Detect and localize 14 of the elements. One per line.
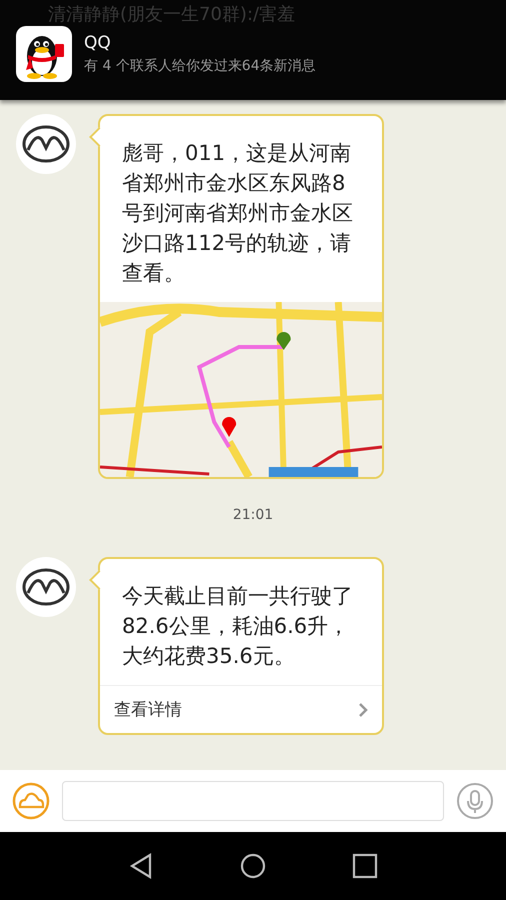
avatar-logo-icon (16, 557, 76, 617)
avatar-logo-icon (16, 114, 76, 174)
message-text: 彪哥，011，这是从河南省郑州市金水区东风路8号到河南省郑州市金水区沙口路112号的轨迹，请查看。 (121, 140, 354, 287)
message-text: 今天截止目前一共行驶了82.6公里，耗油6.6升，大约花费35.6元。 (121, 583, 354, 670)
chevron-right-icon (358, 702, 368, 718)
penguin-icon (16, 26, 72, 82)
back-icon[interactable] (128, 853, 154, 879)
view-details-link[interactable]: 查看详情 (100, 685, 382, 733)
message-input-field[interactable] (62, 781, 444, 821)
timestamp: 21:01 (232, 507, 274, 523)
home-icon[interactable] (240, 853, 266, 879)
recent-apps-icon[interactable] (352, 853, 378, 879)
notification-app-name: QQ (84, 33, 112, 53)
notification-message: 有 4 个联系人给你发过来64条新消息 (84, 57, 316, 75)
